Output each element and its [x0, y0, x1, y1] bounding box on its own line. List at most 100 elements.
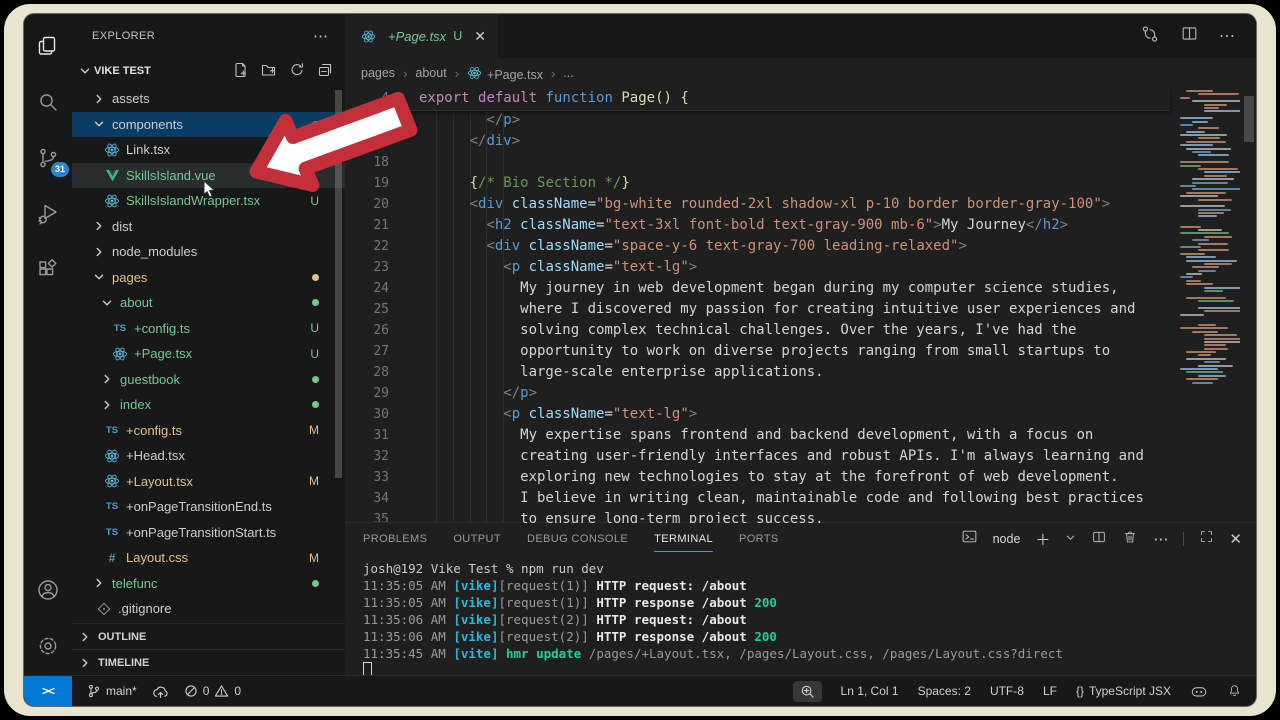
terminal-output[interactable]: josh@192 Vike Test % npm run dev11:35:05… [345, 555, 1256, 679]
breadcrumb-item[interactable]: +Page.tsx [467, 65, 543, 82]
tree-item-link-tsx[interactable]: Link.tsx [72, 137, 345, 163]
kill-terminal-icon[interactable] [1122, 529, 1138, 550]
code-line: 17 </div> [345, 131, 1170, 152]
editor-scrollbar[interactable] [1244, 96, 1254, 142]
terminal-dropdown-chevron-icon[interactable] [1065, 530, 1076, 548]
open-changes-icon[interactable] [1140, 24, 1160, 49]
tree-item-label: guestbook [120, 372, 180, 387]
settings-gear-icon[interactable] [34, 632, 62, 660]
minimap[interactable] [1176, 90, 1240, 510]
tree-item-label: SkillsIslandWrapper.tsx [126, 193, 260, 208]
copilot-icon[interactable] [1190, 684, 1208, 699]
zoom-indicator[interactable] [793, 681, 822, 702]
encoding-button[interactable]: UTF-8 [990, 684, 1024, 698]
refresh-icon[interactable] [289, 62, 305, 81]
timeline-section[interactable]: TIMELINE [72, 649, 345, 676]
eol-button[interactable]: LF [1043, 684, 1057, 698]
panel-more-icon[interactable]: ⋯ [1153, 530, 1168, 548]
tree-item-gitignore[interactable]: .gitignore [72, 596, 345, 622]
terminal-line: 11:35:45 AM [vite] hmr update /pages/+La… [363, 645, 1256, 662]
tree-item-skillsislandwrapper-tsx[interactable]: SkillsIslandWrapper.tsxU [72, 188, 345, 214]
extensions-icon[interactable] [34, 256, 62, 284]
new-terminal-icon[interactable]: ＋ [1035, 529, 1050, 550]
tree-item-label: assets [112, 91, 150, 106]
tree-item-telefunc[interactable]: telefunc [72, 571, 345, 597]
collapse-all-icon[interactable] [317, 62, 333, 81]
panel-tab-ports[interactable]: PORTS [739, 523, 779, 555]
editor-group: +Page.tsx U ✕ ⋯ pages›about›+Page.tsx›..… [345, 14, 1256, 676]
problems-button[interactable]: 0 0 [184, 684, 241, 698]
code-editor[interactable]: 4export default function Page() { 16 </p… [345, 88, 1256, 523]
tree-item-config-ts[interactable]: TS+config.tsM [72, 418, 345, 444]
split-terminal-icon[interactable] [1091, 529, 1107, 550]
tree-item-assets[interactable]: assets [72, 86, 345, 112]
outline-section[interactable]: OUTLINE [72, 623, 345, 650]
panel-tabs: PROBLEMS OUTPUT DEBUG CONSOLE TERMINAL PORTS [363, 523, 805, 555]
tree-item-head-tsx[interactable]: +Head.tsx [72, 443, 345, 469]
close-panel-icon[interactable]: ✕ [1229, 530, 1242, 548]
maximize-panel-icon[interactable] [1199, 529, 1214, 549]
explorer-icon[interactable] [34, 32, 62, 60]
panel-tab-problems[interactable]: PROBLEMS [363, 523, 427, 555]
remote-indicator[interactable]: >< [24, 676, 72, 706]
tree-item-index[interactable]: index [72, 392, 345, 418]
tree-item-onpagetransitionend-ts[interactable]: TS+onPageTransitionEnd.ts [72, 494, 345, 520]
explorer-more-icon[interactable]: ⋯ [313, 27, 329, 45]
indentation-button[interactable]: Spaces: 2 [918, 684, 971, 698]
tree-item-guestbook[interactable]: guestbook [72, 367, 345, 393]
code-line: 33 exploring new technologies to stay at… [345, 467, 1170, 488]
breadcrumb-separator: › [403, 66, 407, 81]
panel-tab-debug-console[interactable]: DEBUG CONSOLE [527, 523, 628, 555]
breadcrumb-item[interactable]: about [415, 66, 446, 80]
react-file-icon [112, 346, 128, 362]
tree-item-layout-tsx[interactable]: +Layout.tsxM [72, 469, 345, 495]
separator [1183, 532, 1184, 546]
tree-item-pages[interactable]: pages [72, 265, 345, 291]
source-control-icon[interactable]: 31 [34, 144, 62, 172]
code-line: 18 [345, 152, 1170, 173]
publish-cloud-icon[interactable] [152, 684, 169, 699]
tab-page-tsx[interactable]: +Page.tsx U ✕ [345, 14, 498, 58]
chevron-right-icon [92, 219, 106, 233]
notifications-bell-icon[interactable] [1227, 683, 1242, 699]
code-line: 16 </p> [345, 110, 1170, 131]
breadcrumb-item[interactable]: ... [563, 66, 573, 80]
tree-item-layout-css[interactable]: #Layout.cssM [72, 545, 345, 571]
accounts-icon[interactable] [34, 576, 62, 604]
tree-item-dist[interactable]: dist [72, 214, 345, 240]
chevron-right-icon [100, 372, 114, 386]
search-icon[interactable] [34, 88, 62, 116]
tree-item-config-ts[interactable]: TS+config.tsU [72, 316, 345, 342]
panel-tab-output[interactable]: OUTPUT [453, 523, 501, 555]
tree-item-components[interactable]: components [72, 112, 345, 138]
tree-item-skillsisland-vue[interactable]: SkillsIsland.vue [72, 163, 345, 189]
language-mode-button[interactable]: {} TypeScript JSX [1076, 684, 1171, 698]
tree-item-label: about [120, 295, 153, 310]
new-folder-icon[interactable] [261, 62, 277, 81]
tab-bar: +Page.tsx U ✕ ⋯ [345, 14, 1256, 58]
git-status-badge: M [309, 474, 319, 488]
code-line: 23 <p className="text-lg"> [345, 257, 1170, 278]
run-debug-icon[interactable] [34, 200, 62, 228]
tree-item-label: +Head.tsx [126, 448, 185, 463]
sidebar-scrollbar[interactable] [335, 90, 342, 478]
project-section-header[interactable]: VIKE TEST [72, 58, 345, 84]
shell-label[interactable]: node [993, 532, 1021, 546]
chevron-right-icon [92, 92, 106, 106]
breadcrumb-item[interactable]: pages [361, 66, 395, 80]
tree-item-about[interactable]: about [72, 290, 345, 316]
split-editor-icon[interactable] [1180, 24, 1199, 48]
editor-more-icon[interactable]: ⋯ [1219, 26, 1236, 46]
branch-button[interactable]: main* [87, 683, 137, 699]
close-tab-icon[interactable]: ✕ [474, 28, 486, 45]
panel-header: PROBLEMS OUTPUT DEBUG CONSOLE TERMINAL PORTS… [345, 523, 1256, 555]
tree-item-onpagetransitionstart-ts[interactable]: TS+onPageTransitionStart.ts [72, 520, 345, 546]
code-line: 35 to ensure long-term project success. [345, 509, 1170, 523]
explorer-sidebar: EXPLORER ⋯ VIKE TEST assetscomponentsLin… [72, 14, 345, 676]
cursor-position-button[interactable]: Ln 1, Col 1 [841, 684, 899, 698]
tree-item-page-tsx[interactable]: +Page.tsxU [72, 341, 345, 367]
new-file-icon[interactable] [233, 62, 249, 81]
terminal-line: 11:35:05 AM [vike][request(1)] HTTP requ… [363, 577, 1256, 594]
panel-tab-terminal[interactable]: TERMINAL [654, 523, 713, 555]
tree-item-node-modules[interactable]: node_modules [72, 239, 345, 265]
